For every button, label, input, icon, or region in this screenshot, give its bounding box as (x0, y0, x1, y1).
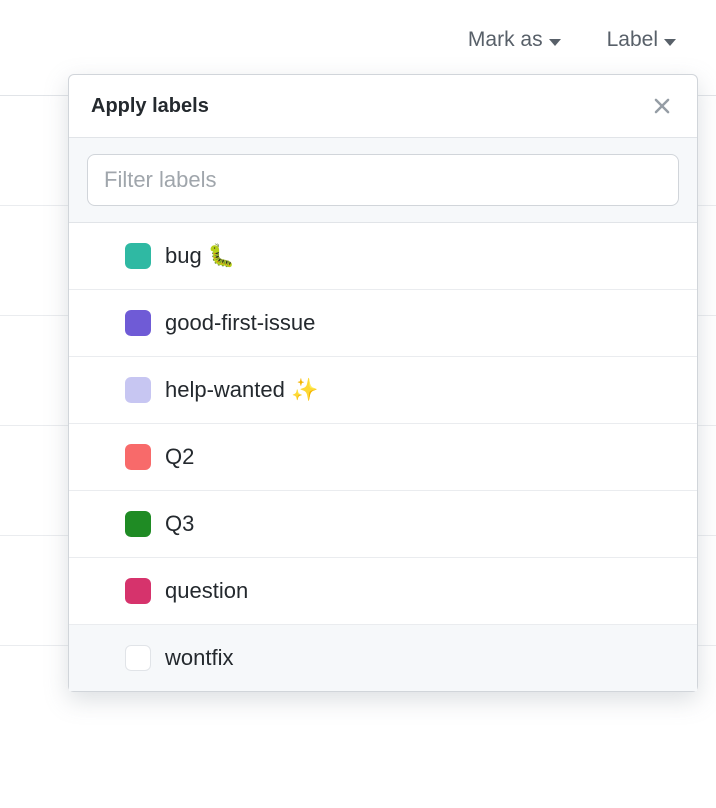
caret-down-icon (664, 39, 676, 46)
label-name: good-first-issue (165, 310, 315, 336)
close-icon (649, 93, 675, 119)
label-list: bug 🐛 good-first-issue help-wanted ✨ Q2 … (69, 223, 697, 691)
label-item-good-first-issue[interactable]: good-first-issue (69, 290, 697, 357)
label-button-label: Label (607, 28, 658, 52)
toolbar-buttons: Mark as Label (468, 28, 676, 52)
filter-labels-input[interactable] (87, 154, 679, 206)
label-name: Q3 (165, 511, 194, 537)
label-name: question (165, 578, 248, 604)
label-swatch (125, 645, 151, 671)
mark-as-button[interactable]: Mark as (468, 28, 561, 52)
label-item-question[interactable]: question (69, 558, 697, 625)
close-button[interactable] (649, 93, 675, 119)
apply-labels-dropdown: Apply labels bug 🐛 good-first-issue help… (68, 74, 698, 692)
caret-down-icon (549, 39, 561, 46)
label-name: wontfix (165, 645, 233, 671)
label-item-q3[interactable]: Q3 (69, 491, 697, 558)
label-swatch (125, 243, 151, 269)
label-swatch (125, 310, 151, 336)
label-swatch (125, 578, 151, 604)
label-item-q2[interactable]: Q2 (69, 424, 697, 491)
label-swatch (125, 377, 151, 403)
label-item-bug[interactable]: bug 🐛 (69, 223, 697, 290)
mark-as-label: Mark as (468, 28, 543, 52)
label-name: Q2 (165, 444, 194, 470)
label-button[interactable]: Label (607, 28, 676, 52)
filter-area (69, 138, 697, 223)
label-item-help-wanted[interactable]: help-wanted ✨ (69, 357, 697, 424)
label-name: bug 🐛 (165, 243, 235, 269)
dropdown-title: Apply labels (91, 95, 209, 118)
dropdown-header: Apply labels (69, 75, 697, 138)
label-name: help-wanted ✨ (165, 377, 318, 403)
label-item-wontfix[interactable]: wontfix (69, 625, 697, 691)
label-swatch (125, 511, 151, 537)
label-swatch (125, 444, 151, 470)
